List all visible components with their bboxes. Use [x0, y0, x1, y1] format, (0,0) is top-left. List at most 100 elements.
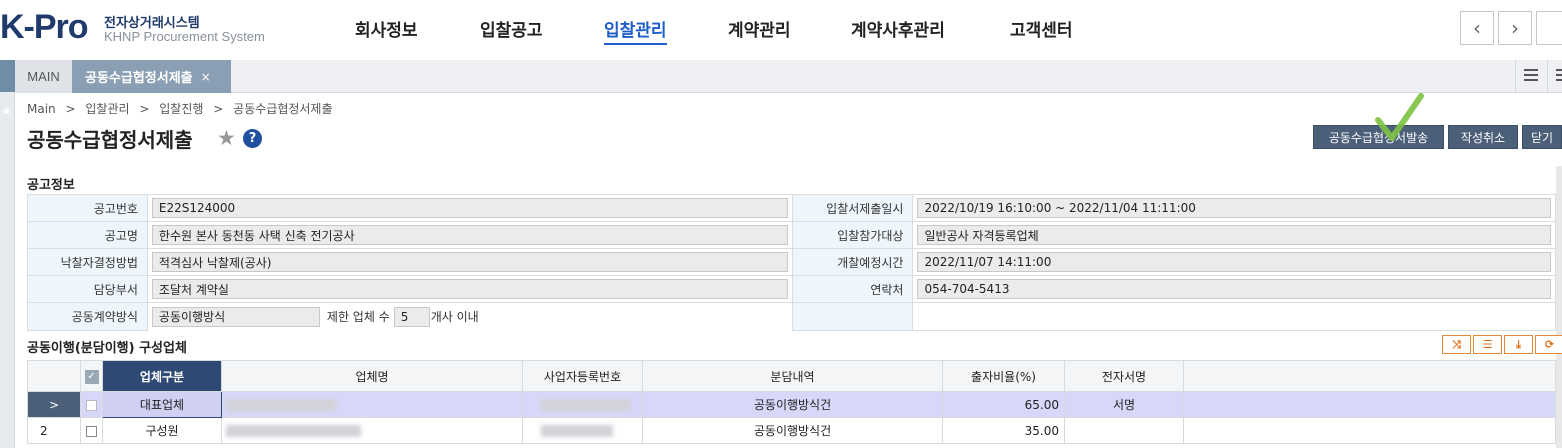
row-filler — [1183, 391, 1556, 418]
close-button[interactable]: 닫기 — [1522, 125, 1562, 149]
more-arrow-button[interactable] — [1536, 11, 1562, 45]
favorite-side-icon[interactable]: ★ — [1, 104, 12, 118]
notice-name-field: 한수원 본사 동천동 사택 신축 전기공사 — [151, 225, 788, 245]
method-field: 적격심사 낙찰제(공사) — [151, 252, 788, 272]
grid-header-index — [27, 360, 81, 392]
tab-label: 공동수급협정서제출 — [85, 71, 193, 86]
gnb-post-contract[interactable]: 계약사후관리 — [851, 16, 945, 41]
limit-suffix: 개사 이내 — [430, 310, 479, 324]
next-arrow-button[interactable]: › — [1498, 11, 1532, 45]
row-ratio: 35.00 — [942, 417, 1065, 444]
divider — [1547, 60, 1548, 93]
star-icon[interactable]: ★ — [217, 126, 236, 150]
chevron-left-icon: ‹ — [1473, 16, 1481, 40]
menu-icon[interactable] — [1524, 69, 1538, 81]
grid-header-type: 업체구분 — [102, 360, 222, 392]
grid-header-checkbox[interactable]: ✓ — [80, 360, 103, 392]
menu-icon-2[interactable] — [1556, 69, 1562, 81]
row-checkbox[interactable] — [80, 417, 103, 444]
breadcrumb-separator: > — [65, 102, 76, 116]
grid-header-share: 분담내역 — [642, 360, 943, 392]
grid-header-filler — [1183, 360, 1556, 392]
label-method: 낙찰자결정방법 — [27, 248, 148, 276]
section-title-members: 공동이행(분담이행) 구성업체 — [27, 341, 187, 356]
limit-prefix: 제한 업체 수 — [326, 310, 390, 324]
row-type[interactable]: 대표업체 — [102, 391, 222, 418]
row-ratio: 65.00 — [942, 391, 1065, 418]
empty-label — [791, 302, 914, 331]
table-row[interactable]: 2 구성원 공동이행방식건 35.00 — [27, 417, 1556, 444]
help-icon[interactable]: ? — [243, 129, 262, 148]
row-company-name — [221, 417, 523, 444]
target-field: 일반공사 자격등록업체 — [917, 225, 1551, 245]
row-biz-no — [522, 417, 643, 444]
divider — [1515, 60, 1516, 93]
table-row[interactable]: > 대표업체 공동이행방식건 65.00 서명 — [27, 391, 1556, 418]
label-notice-no: 공고번호 — [27, 194, 148, 222]
row-biz-no — [522, 391, 643, 418]
gnb-bid-management[interactable]: 입찰관리 — [604, 16, 667, 45]
contract-type-field: 공동이행방식 — [151, 306, 320, 327]
row-share: 공동이행방식건 — [642, 417, 943, 444]
label-notice-name: 공고명 — [27, 221, 148, 249]
side-toggle[interactable] — [0, 60, 15, 92]
label-dept: 담당부서 — [27, 275, 148, 303]
breadcrumb-item[interactable]: 입찰관리 — [85, 102, 129, 116]
page-title: 공동수급협정서제출 — [27, 128, 193, 152]
grid-header-ratio: 출자비율(%) — [942, 360, 1065, 392]
gnb-customer-center[interactable]: 고객센터 — [1010, 16, 1073, 41]
section-title-notice-info: 공고정보 — [27, 178, 75, 193]
left-side-panel: ★ — [0, 60, 15, 448]
row-checkbox[interactable] — [80, 391, 103, 418]
grid-toolbar: ⤨ ☰ ⤓ ⟳ — [1440, 335, 1562, 354]
row-company-name — [221, 391, 523, 418]
row-sign[interactable]: 서명 — [1064, 391, 1184, 418]
excel-export-icon[interactable]: ⤨ — [1442, 335, 1471, 354]
logo-subtitle-en: KHNP Procurement System — [104, 29, 265, 44]
check-all-icon[interactable]: ✓ — [84, 370, 99, 384]
breadcrumb-separator: > — [139, 102, 150, 116]
refresh-icon[interactable]: ⟳ — [1535, 335, 1562, 354]
gnb-bid-notice[interactable]: 입찰공고 — [480, 16, 543, 41]
label-target: 입찰참가대상 — [791, 221, 914, 249]
gnb-contract-management[interactable]: 계약관리 — [728, 16, 791, 41]
top-header: K-Pro 전자상거래시스템 KHNP Procurement System 회… — [0, 0, 1562, 58]
tab-main[interactable]: MAIN — [15, 60, 72, 93]
list-icon[interactable]: ☰ — [1473, 335, 1502, 354]
row-share: 공동이행방식건 — [642, 391, 943, 418]
limit-count-field: 5 — [393, 306, 430, 327]
empty-value — [912, 302, 1556, 331]
tab-bar: MAIN 공동수급협정서제출 × — [15, 60, 1562, 93]
label-contract-type: 공동계약방식 — [27, 302, 148, 331]
tab-joint-agreement[interactable]: 공동수급협정서제출 × — [72, 60, 231, 93]
dept-field: 조달처 계약실 — [151, 279, 788, 299]
row-indicator-icon: > — [27, 391, 81, 418]
close-icon[interactable]: × — [201, 70, 211, 84]
open-time-field: 2022/11/07 14:11:00 — [917, 252, 1551, 272]
grid-header-name: 업체명 — [221, 360, 523, 392]
row-filler — [1183, 417, 1556, 444]
label-contact: 연락처 — [791, 275, 914, 303]
cancel-writing-button[interactable]: 작성취소 — [1448, 125, 1518, 149]
logo[interactable]: K-Pro — [0, 8, 89, 47]
label-submit-period: 입찰서제출일시 — [791, 194, 914, 222]
grid-header-sign: 전자서명 — [1064, 360, 1184, 392]
row-index: 2 — [27, 417, 81, 444]
breadcrumb-item[interactable]: 입찰진행 — [159, 102, 203, 116]
prev-arrow-button[interactable]: ‹ — [1460, 11, 1494, 45]
notice-info-table: 공고번호 E22S124000 입찰서제출일시 2022/10/19 16:10… — [27, 194, 1556, 331]
label-open-time: 개찰예정시간 — [791, 248, 914, 276]
notice-no-field: E22S124000 — [151, 198, 788, 218]
row-sign[interactable] — [1064, 417, 1184, 444]
member-grid: ✓ 업체구분 업체명 사업자등록번호 분담내역 출자비율(%) 전자서명 > 대… — [27, 360, 1556, 444]
gnb-company-info[interactable]: 회사정보 — [355, 16, 418, 41]
breadcrumb-item[interactable]: Main — [27, 102, 56, 116]
breadcrumb-item: 공동수급협정서제출 — [233, 102, 333, 116]
checkmark-icon — [1375, 93, 1424, 141]
breadcrumb-separator: > — [213, 102, 224, 116]
download-icon[interactable]: ⤓ — [1504, 335, 1533, 354]
submit-period-field: 2022/10/19 16:10:00 ~ 2022/11/04 11:11:0… — [917, 198, 1551, 218]
vertical-scrollbar[interactable] — [1556, 166, 1562, 448]
row-type[interactable]: 구성원 — [102, 417, 222, 444]
contact-field: 054-704-5413 — [917, 279, 1551, 299]
